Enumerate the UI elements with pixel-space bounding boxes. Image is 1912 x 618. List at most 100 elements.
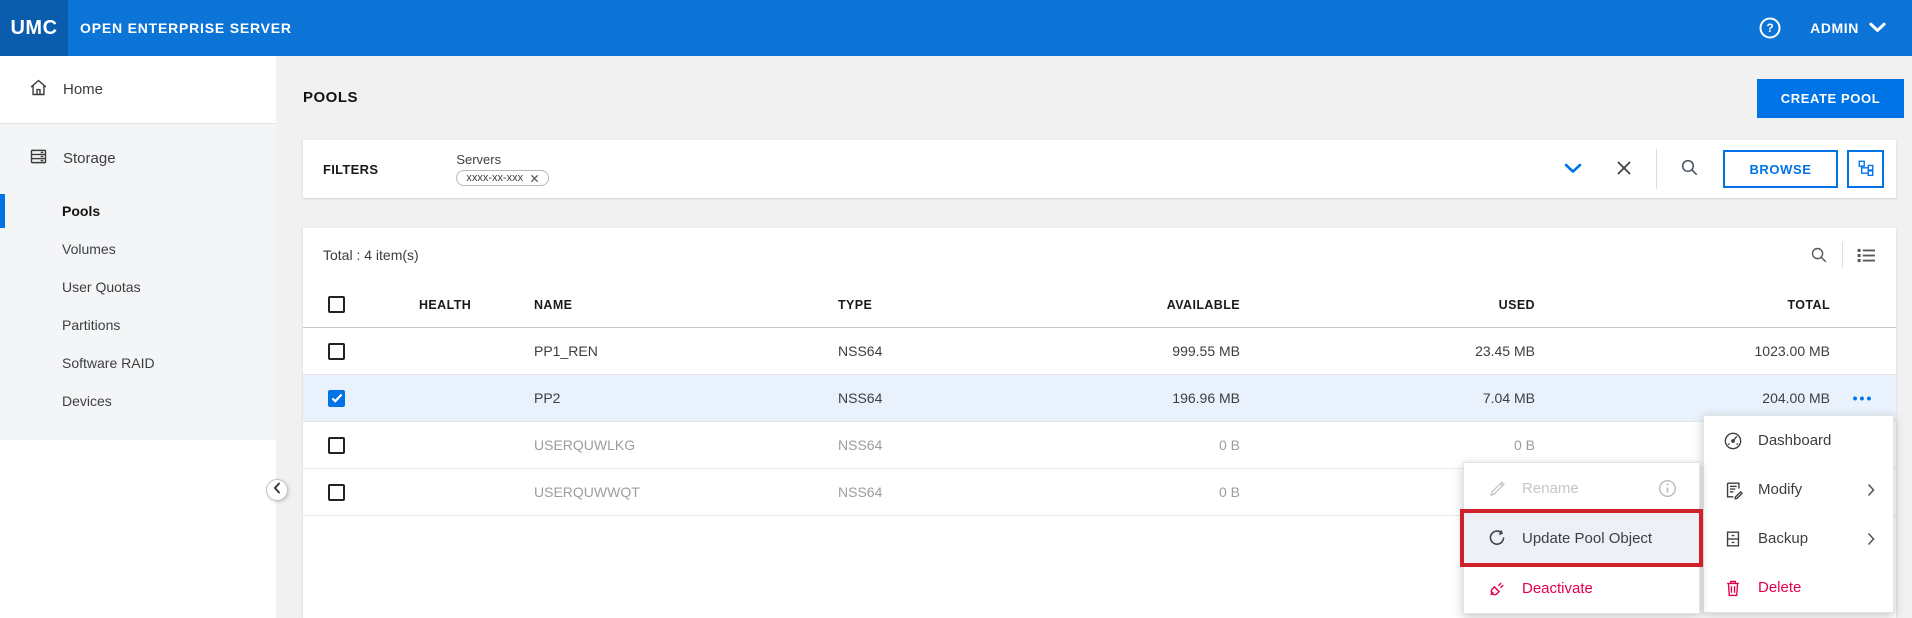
- filter-group-servers: Servers xxxx-xx-xxx: [456, 152, 550, 186]
- sidebar-item-label: Software RAID: [62, 355, 155, 371]
- chevron-right-icon: [1867, 483, 1875, 497]
- row-actions-ellipsis-icon[interactable]: •••: [1853, 391, 1874, 405]
- pool-total: 1023.00 MB: [1754, 343, 1831, 359]
- column-header-available[interactable]: AVAILABLE: [1034, 298, 1240, 312]
- backup-cabinet-icon: [1722, 529, 1744, 549]
- menu-item-deactivate[interactable]: Deactivate: [1464, 563, 1699, 613]
- create-pool-button[interactable]: CREATE POOL: [1757, 79, 1904, 118]
- sidebar: Home Storage Pools Volumes User Quotas P…: [0, 56, 276, 618]
- divider: [1656, 149, 1657, 189]
- help-circle-icon[interactable]: ?: [1758, 16, 1782, 40]
- column-header-total[interactable]: TOTAL: [1535, 298, 1830, 312]
- product-title: OPEN ENTERPRISE SERVER: [80, 20, 292, 36]
- trash-icon: [1722, 578, 1744, 598]
- x-icon: [1616, 160, 1632, 179]
- browse-button[interactable]: BROWSE: [1723, 150, 1838, 188]
- sidebar-item-label: Volumes: [62, 241, 116, 257]
- pool-name: USERQUWWQT: [534, 484, 640, 500]
- storage-icon: [28, 146, 49, 171]
- sidebar-item-software-raid[interactable]: Software RAID: [0, 344, 276, 382]
- pool-total: 204.00 MB: [1762, 390, 1830, 406]
- menu-item-label: Dashboard: [1758, 432, 1832, 449]
- menu-item-delete[interactable]: Delete: [1704, 563, 1893, 612]
- column-header-name[interactable]: NAME: [524, 298, 834, 312]
- chevron-down-icon: [1564, 162, 1582, 177]
- divider: [1842, 242, 1843, 268]
- filter-search-button[interactable]: [1663, 158, 1715, 180]
- sidebar-item-user-quotas[interactable]: User Quotas: [0, 268, 276, 306]
- sidebar-item-label: Storage: [63, 149, 116, 167]
- sidebar-item-partitions[interactable]: Partitions: [0, 306, 276, 344]
- menu-item-label: Modify: [1758, 481, 1803, 498]
- pool-type: NSS64: [838, 390, 883, 406]
- pool-available: 0 B: [1218, 484, 1240, 500]
- filter-collapse-button[interactable]: [1548, 162, 1598, 177]
- page-title: POOLS: [303, 89, 359, 106]
- pool-name: USERQUWLKG: [534, 437, 636, 453]
- umc-logo: UMC: [0, 0, 68, 56]
- sidebar-item-devices[interactable]: Devices: [0, 382, 276, 420]
- pool-used: 7.04 MB: [1482, 390, 1535, 406]
- column-header-type[interactable]: TYPE: [834, 298, 1034, 312]
- unplug-icon: [1486, 578, 1508, 598]
- chevron-left-icon: [273, 481, 281, 499]
- pool-type: NSS64: [838, 343, 883, 359]
- umc-app: UMC OPEN ENTERPRISE SERVER ? ADMIN Home: [0, 0, 1912, 618]
- pool-actions-submenu: Rename Update Pool Object Deactivate: [1460, 462, 1703, 614]
- filter-chip-label: xxxx-xx-xxx: [466, 172, 524, 184]
- list-view-icon[interactable]: [1857, 248, 1876, 263]
- table-search-icon[interactable]: [1810, 246, 1828, 264]
- table-header-row: HEALTH NAME TYPE AVAILABLE USED TOTAL: [303, 282, 1896, 328]
- filters-label: FILTERS: [323, 161, 379, 177]
- pool-available: 0 B: [1218, 437, 1240, 453]
- menu-item-label: Delete: [1758, 579, 1802, 596]
- sidebar-item-volumes[interactable]: Volumes: [0, 230, 276, 268]
- sidebar-item-storage[interactable]: Storage: [0, 124, 276, 192]
- menu-item-label: Deactivate: [1522, 579, 1593, 597]
- menu-item-backup[interactable]: Backup: [1704, 514, 1893, 563]
- row-checkbox[interactable]: [328, 483, 345, 501]
- column-header-health[interactable]: HEALTH: [389, 298, 524, 312]
- filter-chip[interactable]: xxxx-xx-xxx: [456, 170, 550, 186]
- admin-user-menu[interactable]: ADMIN: [1810, 20, 1886, 36]
- pool-type: NSS64: [838, 484, 883, 500]
- chevron-right-icon: [1867, 532, 1875, 546]
- filter-clear-button[interactable]: [1598, 160, 1650, 179]
- sidebar-item-pools[interactable]: Pools: [0, 192, 276, 230]
- menu-item-modify[interactable]: Modify: [1704, 465, 1893, 514]
- filter-bar: FILTERS Servers xxxx-xx-xxx BROWSE: [303, 140, 1896, 198]
- column-header-used[interactable]: USED: [1240, 298, 1535, 312]
- edit-document-icon: [1722, 480, 1744, 500]
- menu-item-update-pool-object[interactable]: Update Pool Object: [1460, 509, 1703, 567]
- pencil-icon: [1486, 478, 1508, 498]
- menu-item-dashboard[interactable]: Dashboard: [1704, 416, 1893, 465]
- sidebar-item-label: Partitions: [62, 317, 121, 333]
- menu-item-label: Backup: [1758, 530, 1809, 547]
- pool-used: 0 B: [1513, 437, 1535, 453]
- row-checkbox[interactable]: [328, 389, 345, 407]
- pool-type: NSS64: [838, 437, 883, 453]
- top-bar: UMC OPEN ENTERPRISE SERVER ? ADMIN: [0, 0, 1912, 56]
- select-all-checkbox[interactable]: [328, 296, 345, 313]
- object-tree-button[interactable]: [1847, 150, 1884, 188]
- svg-text:?: ?: [1766, 21, 1773, 35]
- table-row: PP1_REN NSS64 999.55 MB 23.45 MB 1023.00…: [303, 328, 1896, 375]
- table-toolbar: Total : 4 item(s): [303, 228, 1896, 282]
- pool-used: 23.45 MB: [1475, 343, 1535, 359]
- search-icon: [1680, 158, 1699, 180]
- pool-name: PP2: [534, 390, 561, 406]
- refresh-icon: [1486, 528, 1508, 548]
- chevron-down-icon: [1869, 20, 1886, 36]
- menu-item-rename[interactable]: Rename: [1464, 463, 1699, 513]
- chip-remove-icon[interactable]: [530, 174, 539, 183]
- sidebar-item-home[interactable]: Home: [0, 56, 276, 124]
- filter-group-label: Servers: [456, 152, 502, 167]
- table-row: PP2 NSS64 196.96 MB 7.04 MB 204.00 MB ••…: [303, 375, 1896, 422]
- home-icon: [28, 77, 49, 102]
- sidebar-collapse-button[interactable]: [266, 479, 288, 501]
- row-checkbox[interactable]: [328, 436, 345, 454]
- info-icon: [1658, 479, 1677, 498]
- pool-name: PP1_REN: [534, 343, 598, 359]
- pool-available: 196.96 MB: [1172, 390, 1240, 406]
- row-checkbox[interactable]: [328, 342, 345, 360]
